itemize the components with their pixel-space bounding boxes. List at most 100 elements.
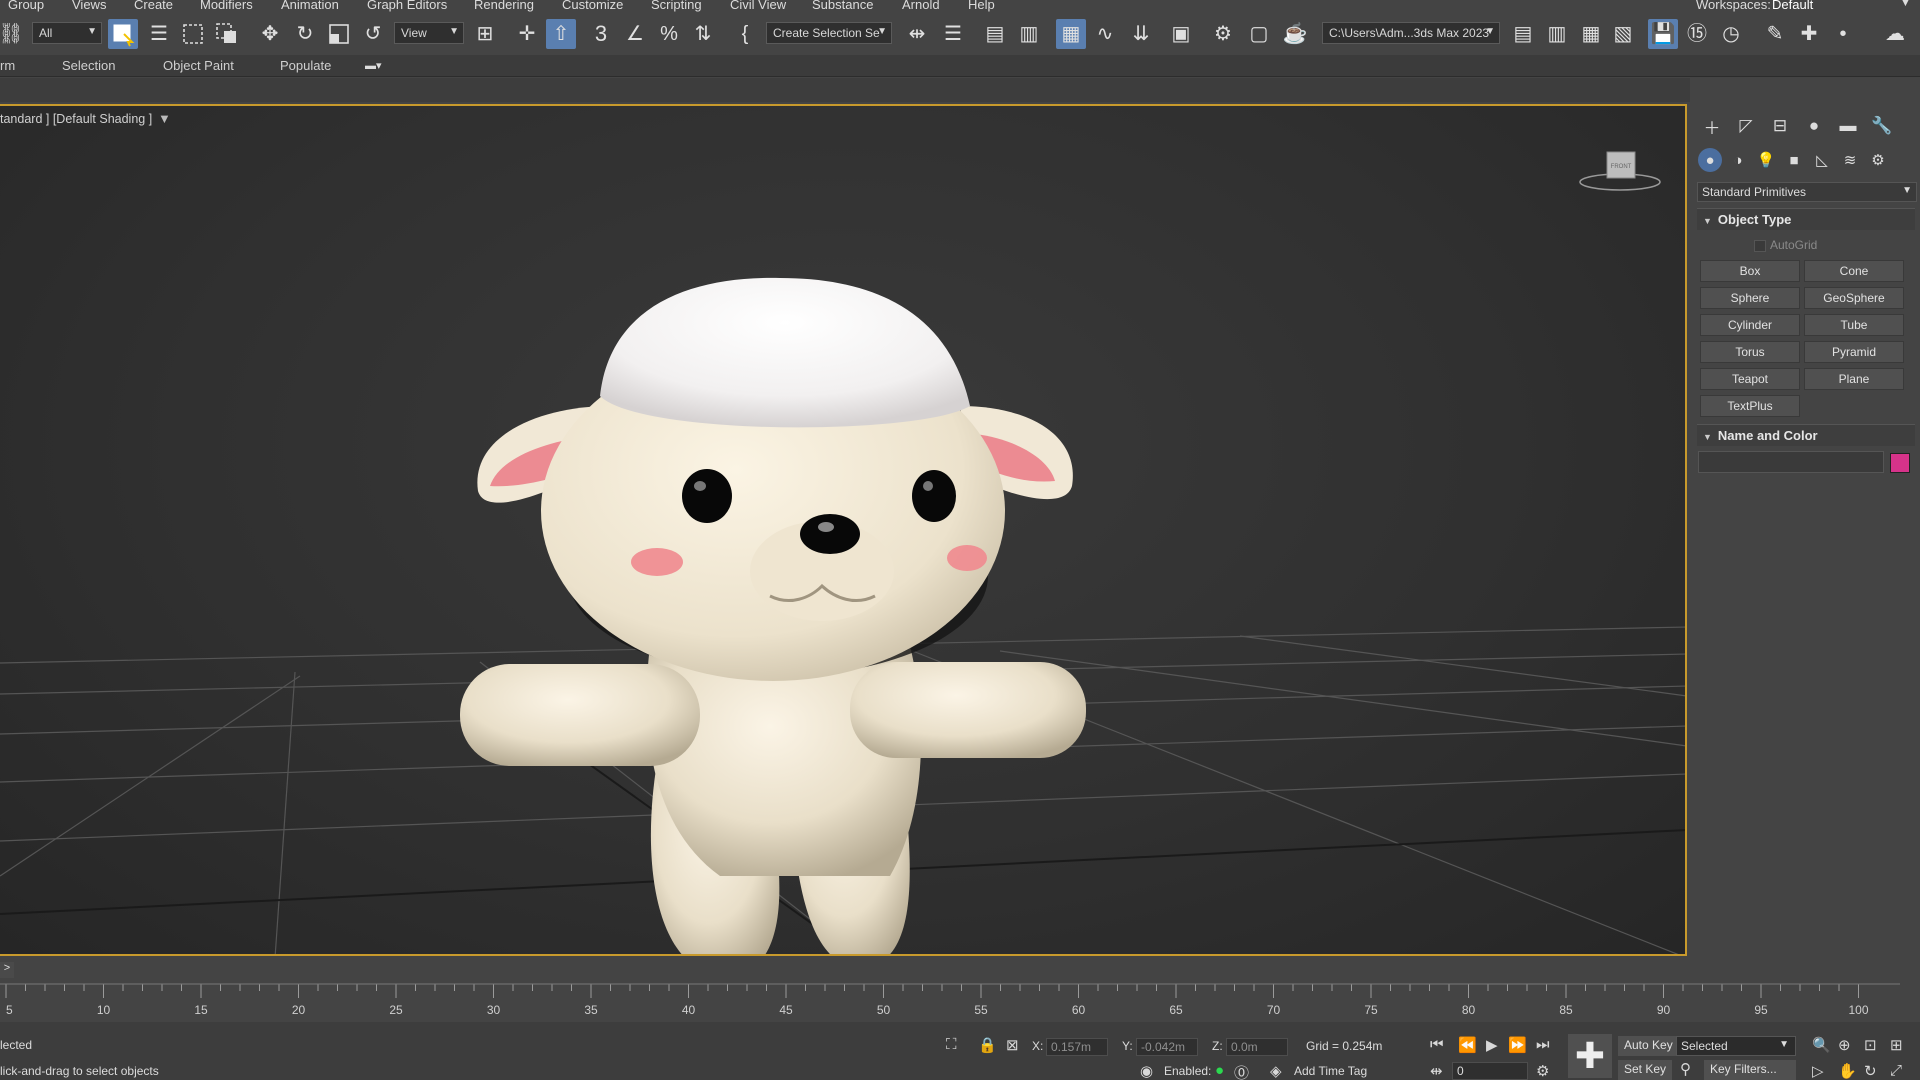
torus-button[interactable]: Torus bbox=[1700, 341, 1800, 363]
cone-button[interactable]: Cone bbox=[1804, 260, 1904, 282]
auto-key-button[interactable]: Auto Key bbox=[1618, 1036, 1679, 1056]
key-mode-icon[interactable]: ⇹ bbox=[1430, 1062, 1443, 1080]
zero-toggle-icon[interactable]: ⓪ bbox=[1234, 1062, 1249, 1080]
reference-coordinate-dropdown[interactable]: View ▼ bbox=[394, 22, 464, 44]
menu-animation[interactable]: Animation bbox=[281, 0, 339, 12]
keyboard-shortcut-override-button[interactable]: ⇧ bbox=[546, 19, 576, 49]
absolute-mode-icon[interactable]: ⊠ bbox=[1006, 1036, 1019, 1054]
menu-substance[interactable]: Substance bbox=[812, 0, 873, 12]
object-type-rollout[interactable]: ▼ Object Type bbox=[1697, 208, 1915, 230]
toggle-ribbon-button[interactable]: ▦ bbox=[1056, 19, 1086, 49]
helpers-category-icon[interactable]: ◺ bbox=[1810, 148, 1834, 172]
viewcube[interactable]: FRONT bbox=[1575, 146, 1665, 196]
percent-snap-icon[interactable]: % bbox=[654, 19, 684, 49]
edit-named-selection-icon[interactable]: { bbox=[730, 19, 760, 49]
time-tag-icon[interactable]: ◈ bbox=[1270, 1062, 1282, 1080]
perspective-viewport[interactable]: tandard ] [Default Shading ] ▼ FRONT bbox=[0, 104, 1687, 956]
key-filters-button[interactable]: Key Filters... bbox=[1704, 1060, 1796, 1080]
timeline-expander[interactable]: > bbox=[0, 962, 14, 978]
rectangular-selection-icon[interactable] bbox=[178, 19, 208, 49]
add-time-tag[interactable]: Add Time Tag bbox=[1294, 1064, 1367, 1078]
space-warps-category-icon[interactable]: ≋ bbox=[1838, 148, 1862, 172]
plane-button[interactable]: Plane bbox=[1804, 368, 1904, 390]
sphere-button[interactable]: Sphere bbox=[1700, 287, 1800, 309]
menu-modifiers[interactable]: Modifiers bbox=[200, 0, 253, 12]
key-mode-dropdown[interactable]: Selected ▼ bbox=[1676, 1036, 1796, 1056]
save-scene-button[interactable]: 💾 bbox=[1648, 19, 1678, 49]
tab-populate[interactable]: Populate bbox=[280, 58, 331, 73]
zoom-icon[interactable]: 🔍 bbox=[1812, 1036, 1831, 1054]
z-coordinate-field[interactable]: 0.0m bbox=[1226, 1038, 1288, 1056]
orbit-icon[interactable]: ↻ bbox=[1864, 1062, 1877, 1080]
display-tab-icon[interactable]: ▬ bbox=[1834, 114, 1862, 138]
place-icon[interactable]: ↺ bbox=[358, 19, 388, 49]
menu-civil-view[interactable]: Civil View bbox=[730, 0, 786, 12]
name-and-color-rollout[interactable]: ▼ Name and Color bbox=[1697, 424, 1915, 446]
spinner-snap-icon[interactable]: ⇅ bbox=[688, 19, 718, 49]
snap-toggle-button[interactable]: 3 bbox=[586, 19, 616, 49]
layer-explorer-icon[interactable]: ▥ bbox=[1014, 19, 1044, 49]
go-to-end-icon[interactable]: ⏭ bbox=[1536, 1036, 1550, 1053]
teapot-button[interactable]: Teapot bbox=[1700, 368, 1800, 390]
selection-filter-dropdown[interactable]: All ▼ bbox=[32, 22, 102, 44]
zoom-extents-icon[interactable]: ⊡ bbox=[1864, 1036, 1877, 1054]
systems-category-icon[interactable]: ⚙ bbox=[1866, 148, 1890, 172]
pan-view-icon[interactable]: ✋ bbox=[1838, 1062, 1857, 1080]
maximize-viewport-icon[interactable]: ⤢ bbox=[1890, 1062, 1902, 1079]
cameras-category-icon[interactable]: ■ bbox=[1782, 148, 1806, 172]
render-production-icon[interactable]: ☕ bbox=[1280, 19, 1310, 49]
ribbon-options-icon[interactable]: ▬▾ bbox=[365, 59, 387, 73]
adaptive-degradation-icon[interactable]: ◉ bbox=[1140, 1062, 1153, 1080]
viewport-label[interactable]: tandard ] [Default Shading ] bbox=[0, 112, 152, 126]
brush-icon[interactable]: ✎ bbox=[1760, 19, 1790, 49]
curve-editor-icon[interactable]: ∿ bbox=[1090, 19, 1120, 49]
play-icon[interactable]: ▶ bbox=[1486, 1036, 1498, 1054]
lights-category-icon[interactable]: 💡 bbox=[1754, 148, 1778, 172]
time-config-icon[interactable]: ⚙ bbox=[1536, 1062, 1549, 1080]
named-selection-dropdown[interactable]: Create Selection Se ▼ bbox=[766, 22, 892, 44]
timeline-ruler[interactable]: 5 10 15 20 25 30 35 40 45 50 55 60 65 70 75 80 85 90 95 100 bbox=[0, 980, 1900, 1020]
open-folder-icon[interactable]: ▥ bbox=[1542, 19, 1572, 49]
timeline[interactable]: 5 10 15 20 25 30 35 40 45 50 55 60 65 70 75 80 85 90 95 100 bbox=[0, 980, 1920, 1020]
project-folder-dropdown[interactable]: C:\Users\Adm...3ds Max 2023 ▼ bbox=[1322, 22, 1500, 44]
tab-object-paint[interactable]: Object Paint bbox=[163, 58, 234, 73]
menu-arnold[interactable]: Arnold bbox=[902, 0, 940, 12]
pyramid-button[interactable]: Pyramid bbox=[1804, 341, 1904, 363]
next-frame-icon[interactable]: ⏩ bbox=[1508, 1036, 1527, 1054]
material-editor-icon[interactable]: ▣ bbox=[1166, 19, 1196, 49]
angle-snap-icon[interactable]: ∠ bbox=[620, 19, 650, 49]
filter-icon[interactable]: ▼ bbox=[158, 111, 171, 126]
geometry-category-icon[interactable]: ● bbox=[1698, 148, 1722, 172]
scale-icon[interactable] bbox=[324, 19, 354, 49]
isolate-selection-icon[interactable]: ⛶ bbox=[946, 1036, 957, 1053]
rotate-icon[interactable]: ↻ bbox=[290, 19, 320, 49]
lock-icon[interactable]: 🔒 bbox=[978, 1036, 997, 1054]
go-to-start-icon[interactable]: ⏮ bbox=[1430, 1036, 1444, 1053]
menu-graph-editors[interactable]: Graph Editors bbox=[367, 0, 447, 12]
create-tab-icon[interactable]: ＋ bbox=[1698, 114, 1726, 138]
open-file-icon[interactable]: ▤ bbox=[1508, 19, 1538, 49]
align-icon[interactable]: ☰ bbox=[938, 19, 968, 49]
previous-frame-icon[interactable]: ⏪ bbox=[1458, 1036, 1477, 1054]
cylinder-button[interactable]: Cylinder bbox=[1700, 314, 1800, 336]
geosphere-button[interactable]: GeoSphere bbox=[1804, 287, 1904, 309]
object-color-swatch[interactable] bbox=[1890, 453, 1910, 473]
move-icon[interactable]: ✥ bbox=[255, 19, 285, 49]
add-tool-icon[interactable]: ✚ bbox=[1794, 19, 1824, 49]
menu-views[interactable]: Views bbox=[72, 0, 106, 12]
window-crossing-icon[interactable] bbox=[212, 19, 242, 49]
y-coordinate-field[interactable]: -0.042m bbox=[1136, 1038, 1198, 1056]
object-name-field[interactable] bbox=[1698, 451, 1884, 473]
tube-button[interactable]: Tube bbox=[1804, 314, 1904, 336]
menu-help[interactable]: Help bbox=[968, 0, 995, 12]
rendered-frame-window-icon[interactable]: ▢ bbox=[1244, 19, 1274, 49]
counter-15-icon[interactable]: ⑮ bbox=[1682, 19, 1712, 49]
set-key-button[interactable]: Set Key bbox=[1618, 1060, 1673, 1080]
modify-tab-icon[interactable]: ◸ bbox=[1732, 114, 1760, 138]
x-coordinate-field[interactable]: 0.157m bbox=[1046, 1038, 1108, 1056]
menu-group[interactable]: Group bbox=[8, 0, 44, 12]
motion-tab-icon[interactable]: ● bbox=[1800, 114, 1828, 138]
menu-customize[interactable]: Customize bbox=[562, 0, 623, 12]
workspaces-dropdown[interactable]: Default bbox=[1772, 0, 1813, 12]
select-manipulate-icon[interactable]: ✛ bbox=[512, 19, 542, 49]
